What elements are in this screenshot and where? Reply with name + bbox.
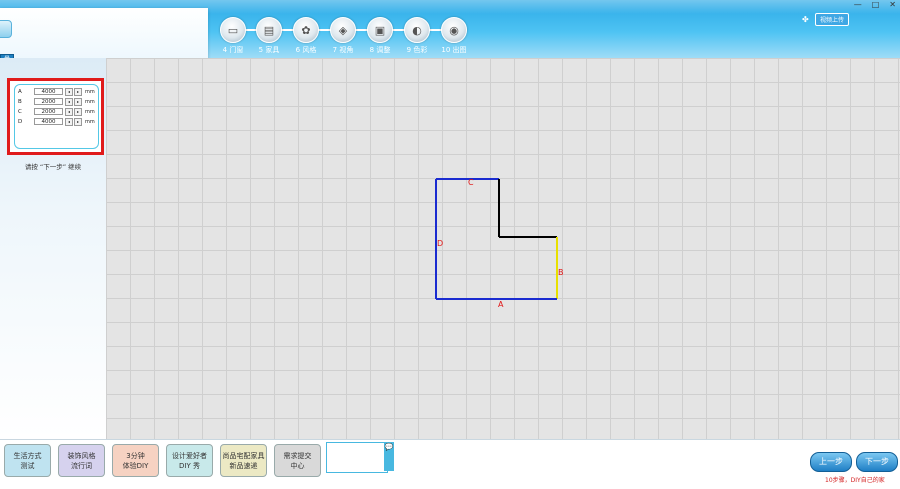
new-furniture-button[interactable]: 尚品宅配家具 新品速递 bbox=[220, 444, 267, 477]
dimensions-form: A 4000 ◂ ▸ mm B 2000 ◂ ▸ mm C 2000 ◂ ▸ m… bbox=[14, 84, 99, 149]
decrement-icon[interactable]: ◂ bbox=[65, 107, 73, 116]
label-b: B bbox=[558, 268, 564, 277]
dimension-input-d[interactable]: 4000 bbox=[34, 118, 63, 125]
close-button[interactable]: ✕ bbox=[889, 0, 896, 9]
dimension-key: D bbox=[18, 118, 23, 125]
step-label: 10 出图 bbox=[441, 46, 467, 54]
three-minute-diy-button[interactable]: 3分钟 体验DIY bbox=[112, 444, 159, 477]
chat-bubble-icon: 💬 bbox=[384, 443, 394, 451]
upload-area: ✤ 视频上传 bbox=[802, 13, 850, 26]
dimensions-panel: A 4000 ◂ ▸ mm B 2000 ◂ ▸ mm C 2000 ◂ ▸ m… bbox=[7, 78, 104, 155]
furniture-icon: ▤ bbox=[256, 17, 282, 43]
unit-label: mm bbox=[85, 88, 95, 95]
dimension-input-c[interactable]: 2000 bbox=[34, 108, 63, 115]
increment-icon[interactable]: ▸ bbox=[74, 117, 82, 126]
view-angle-icon: ◈ bbox=[330, 17, 356, 43]
prev-step-button[interactable]: 上一步 bbox=[810, 452, 852, 472]
increment-icon[interactable]: ▸ bbox=[74, 87, 82, 96]
bottom-bar: 生活方式 测试 装饰风格 流行词 3分钟 体验DIY 设计爱好者 DIY 秀 尚… bbox=[0, 439, 900, 489]
chat-sidebar[interactable]: 💬 bbox=[384, 442, 394, 471]
label-a: A bbox=[498, 300, 504, 309]
door-window-icon: ▭ bbox=[220, 17, 246, 43]
dimension-row-a: A 4000 ◂ ▸ mm bbox=[18, 87, 95, 96]
chat-input[interactable] bbox=[326, 442, 388, 473]
dimension-input-b[interactable]: 2000 bbox=[34, 98, 63, 105]
render-icon: ◉ bbox=[441, 17, 467, 43]
step-note: 10步骤，DIY自己的家 bbox=[825, 477, 885, 484]
unit-label: mm bbox=[85, 118, 95, 125]
next-step-button[interactable]: 下一步 bbox=[856, 452, 898, 472]
label-c: C bbox=[468, 178, 474, 187]
decrement-icon[interactable]: ◂ bbox=[65, 117, 73, 126]
window-controls: — □ ✕ bbox=[854, 0, 896, 9]
adjust-icon: ▣ bbox=[367, 17, 393, 43]
designer-diy-show-button[interactable]: 设计爱好者 DIY 秀 bbox=[166, 444, 213, 477]
floorplan-svg: C D B A bbox=[435, 178, 564, 309]
label-d: D bbox=[437, 239, 443, 248]
decrement-icon[interactable]: ◂ bbox=[65, 97, 73, 106]
unit-label: mm bbox=[85, 108, 95, 115]
step-10-render[interactable]: ◉ 10 出图 bbox=[431, 17, 477, 55]
decor-style-trends-button[interactable]: 装饰风格 流行词 bbox=[58, 444, 105, 477]
color-icon: ◐ bbox=[404, 17, 430, 43]
increment-icon[interactable]: ▸ bbox=[74, 107, 82, 116]
upload-button[interactable]: 视频上传 bbox=[815, 13, 850, 26]
dimension-key: B bbox=[18, 98, 22, 105]
style-icon: ✿ bbox=[293, 17, 319, 43]
dimension-key: A bbox=[18, 88, 22, 95]
decrement-icon[interactable]: ◂ bbox=[65, 87, 73, 96]
dimension-input-a[interactable]: 4000 bbox=[34, 88, 63, 95]
logo-button[interactable] bbox=[0, 20, 12, 38]
dimension-row-d: D 4000 ◂ ▸ mm bbox=[18, 117, 95, 126]
dimension-row-c: C 2000 ◂ ▸ mm bbox=[18, 107, 95, 116]
minimize-button[interactable]: — bbox=[854, 0, 862, 9]
lifestyle-test-button[interactable]: 生活方式 测试 bbox=[4, 444, 51, 477]
maximize-button[interactable]: □ bbox=[872, 0, 880, 9]
hint-text: 请按 “下一步” 继续 bbox=[24, 163, 82, 171]
unit-label: mm bbox=[85, 98, 95, 105]
dimension-key: C bbox=[18, 108, 22, 115]
drawing-canvas[interactable]: C D B A bbox=[106, 58, 900, 439]
request-center-button[interactable]: 需求提交 中心 bbox=[274, 444, 321, 477]
users-icon: ✤ bbox=[802, 15, 809, 24]
dimension-row-b: B 2000 ◂ ▸ mm bbox=[18, 97, 95, 106]
increment-icon[interactable]: ▸ bbox=[74, 97, 82, 106]
